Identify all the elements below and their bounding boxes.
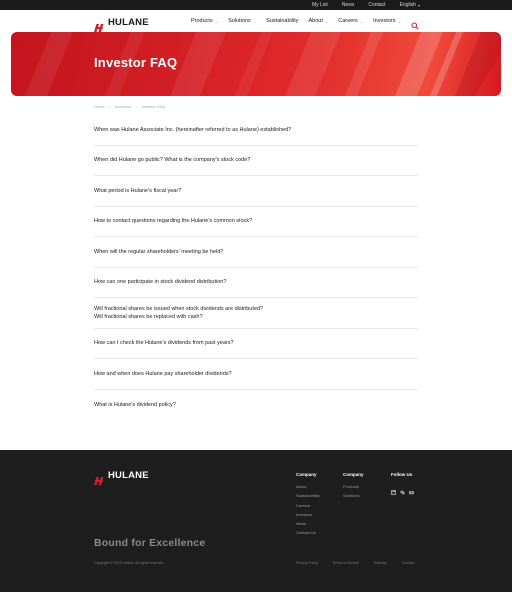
logo-mark-icon [94,19,105,32]
nav-item-about[interactable]: About ⌄ [309,18,329,24]
nav-item-sustainability[interactable]: Sustainability [266,18,298,24]
nav-item-investors[interactable]: Investors ⌄ [373,18,401,24]
logo-text: HULANE [108,470,149,481]
logo-mark-icon [94,472,105,485]
nav-item-solutions[interactable]: Solutions ⌄ [228,18,256,24]
footer-column-title: Company [343,472,364,477]
footer-column-follow: Follow Us [391,472,414,495]
nav-item-label: About [308,18,323,24]
nav-item-label: Investors [373,18,396,24]
faq-question: Will fractional shares be issued when st… [94,305,264,320]
faq-question: What is Hulane's dividend policy? [94,401,176,408]
breadcrumb-current: Investor FAQ [141,104,165,109]
news-link[interactable]: News [342,2,355,8]
faq-question: How and when does Hulane pay shareholder… [94,370,232,377]
sitemap-link[interactable]: Sitemap [374,561,387,565]
footer-link-investors[interactable]: Investors [296,510,320,519]
chevron-down-icon: ⌄ [252,18,257,24]
tagline: Bound for Excellence [94,537,206,549]
breadcrumb-separator-icon: > [108,104,112,109]
wechat-icon[interactable] [400,482,405,495]
nav-item-label: Careers [338,18,358,24]
footer-link-about[interactable]: About [296,482,320,491]
nav-item-label: Solutions [228,18,251,24]
faq-item[interactable]: How to contact questions regarding the H… [94,207,418,237]
hero-banner: Investor FAQ [11,32,501,96]
language-label: English [399,2,416,8]
cookies-link[interactable]: Cookies [402,561,415,565]
faq-question: When will the regular shareholders' meet… [94,248,224,255]
nav-item-label: Products [191,18,213,24]
utility-links: My List News Contact English ▾ [312,0,420,10]
chevron-down-icon: ⌄ [324,18,329,24]
legal-links: Privacy Policy Terms of Service Sitemap … [296,561,414,565]
logo[interactable]: HULANE [94,17,149,32]
faq-item[interactable]: When did Hulane go public? What is the c… [94,146,418,176]
footer-link-careers[interactable]: Careers [296,501,320,510]
footer-column-company: Company About Sustainability Careers Inv… [296,472,320,538]
footer-link-contact[interactable]: Contact Us [296,528,320,537]
my-list-link[interactable]: My List [312,2,328,8]
social-links [391,482,414,495]
footer-column-title: Follow Us [391,472,413,477]
contact-link[interactable]: Contact [368,2,385,8]
breadcrumb: Home > Investors > Investor FAQ [94,104,165,109]
nav-menu: Products ⌄ Solutions ⌄ Sustainability Ab… [191,10,401,32]
copyright-text: Copyright © 2023 Hulane. All rights rese… [94,561,165,565]
language-selector[interactable]: English ▾ [400,2,420,8]
faq-question: When did Hulane go public? What is the c… [94,157,251,164]
faq-question: When was Hulane Associate Inc. (hereinaf… [94,126,292,133]
footer-link-sustainability[interactable]: Sustainability [296,491,320,500]
faq-item[interactable]: When will the regular shareholders' meet… [94,237,418,268]
chevron-down-icon: ▾ [417,2,420,8]
page-title: Investor FAQ [94,55,178,70]
faq-question: How to contact questions regarding the H… [94,218,253,225]
hero-pattern [25,32,501,96]
footer-column-title: Company [296,472,317,477]
faq-item[interactable]: What period is Hulane's fiscal year? [94,176,418,207]
nav-item-careers[interactable]: Careers ⌄ [338,18,363,24]
footer-link-products[interactable]: Products [343,482,364,491]
nav-item-label: Sustainability [266,18,299,24]
footer: HULANE Company About Sustainability Care… [0,450,512,592]
faq-question: How can one participate in stock dividen… [94,279,227,286]
faq-item[interactable]: When was Hulane Associate Inc. (hereinaf… [94,115,418,146]
search-icon[interactable] [411,17,419,30]
faq-question: How can I check the Hulane's dividends f… [94,340,234,347]
faq-item[interactable]: What is Hulane's dividend policy? [94,390,418,421]
utility-bar: My List News Contact English ▾ [0,0,512,10]
footer-link-solutions[interactable]: Solutions [343,491,364,500]
faq-list: When was Hulane Associate Inc. (hereinaf… [94,115,418,420]
privacy-policy-link[interactable]: Privacy Policy [296,561,318,565]
breadcrumb-investors[interactable]: Investors [115,104,131,109]
breadcrumb-separator-icon: > [135,104,138,109]
faq-item[interactable]: How can I check the Hulane's dividends f… [94,329,418,359]
faq-item[interactable]: How and when does Hulane pay shareholder… [94,359,418,390]
nav-item-products[interactable]: Products ⌄ [191,18,218,24]
breadcrumb-home[interactable]: Home [94,104,105,109]
chevron-down-icon: ⌄ [359,18,364,24]
linkedin-icon[interactable] [391,482,396,495]
faq-item[interactable]: How can one participate in stock dividen… [94,268,418,298]
footer-logo[interactable]: HULANE [94,470,149,485]
youtube-icon[interactable] [409,482,414,495]
chevron-down-icon: ⌄ [214,18,219,24]
logo-text: HULANE [108,17,149,28]
footer-column-company-2: Company Products Solutions [343,472,364,501]
faq-question: What period is Hulane's fiscal year? [94,187,182,194]
faq-item[interactable]: Will fractional shares be issued when st… [94,298,418,329]
terms-link[interactable]: Terms of Service [333,561,359,565]
chevron-down-icon: ⌄ [397,18,401,24]
main-nav: HULANE Products ⌄ Solutions ⌄ Sustainabi… [0,10,512,32]
footer-link-news[interactable]: News [296,519,320,528]
